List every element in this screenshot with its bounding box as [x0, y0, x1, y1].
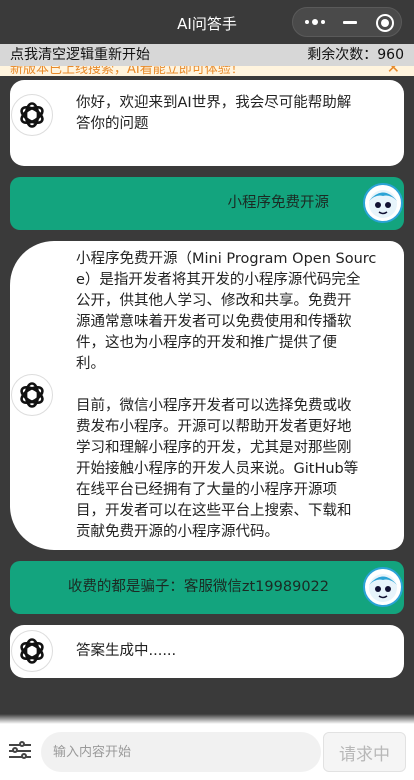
notice-text: 新版本已上线搜索，AI看能立即可体验！	[10, 66, 244, 76]
cartoon-face-icon	[369, 574, 397, 602]
user-avatar	[363, 567, 403, 607]
message-text: 小程序免费开源	[227, 195, 330, 211]
message-line: 小程序免费开源（Mini Program Open Sourc	[76, 251, 377, 267]
minimize-icon[interactable]	[343, 21, 357, 24]
message-line: 答你的问题	[76, 116, 149, 132]
message-line: 源通常意味着开发者可以免费使用和传播软	[76, 314, 352, 330]
message-line: 你好，欢迎来到AI世界，我会尽可能帮助解	[76, 95, 352, 111]
cartoon-face-icon	[369, 190, 397, 218]
message-line: e）是指开发者将其开发的小程序源代码完全	[76, 272, 361, 288]
send-button[interactable]: 请求中	[323, 732, 406, 772]
message-line: 学习和理解小程序的开发，尤其是对那些刚	[76, 440, 352, 456]
input-bar: 请求中	[0, 714, 414, 780]
message-line: 件，这也为小程序的开发和推广提供了便	[76, 335, 337, 351]
openai-logo-icon	[20, 638, 44, 664]
message-line: 贡献免费开源的小程序源代码。	[76, 524, 279, 540]
user-message: 小程序免费开源	[10, 177, 404, 230]
status-bar: 点我清空逻辑重新开始 剩余次数：960	[0, 44, 414, 66]
sliders-icon[interactable]	[9, 741, 31, 761]
chatgpt-avatar	[11, 630, 53, 672]
user-avatar	[363, 183, 403, 223]
more-dots-icon[interactable]	[305, 16, 327, 28]
notice-banner: 新版本已上线搜索，AI看能立即可体验！ ✕	[0, 66, 414, 76]
target-close-icon[interactable]	[376, 14, 394, 32]
message-input[interactable]	[41, 732, 321, 772]
close-icon[interactable]: ✕	[387, 66, 400, 76]
title-bar: AI问答手	[0, 0, 414, 44]
menu-capsule	[292, 7, 402, 37]
openai-logo-icon	[20, 102, 44, 128]
message-line: 在线平台已经拥有了大量的小程序开源项	[76, 482, 337, 498]
message-line: 利。	[76, 356, 105, 372]
message-line: 目前，微信小程序开发者可以选择免费或收	[76, 398, 352, 414]
remaining-count: 剩余次数：960	[307, 47, 404, 63]
message-line: 费发布小程序。开源可以帮助开发者更好地	[76, 419, 352, 435]
chatgpt-avatar	[11, 374, 53, 416]
message-text: 收费的都是骗子：客服微信zt19989022	[67, 579, 329, 595]
ai-message: 你好，欢迎来到AI世界，我会尽可能帮助解 答你的问题	[10, 80, 404, 166]
message-line: 目，开发者可以在这些平台上搜索、下载和	[76, 503, 352, 519]
chatgpt-avatar	[11, 94, 53, 136]
message-line: 答案生成中......	[76, 643, 177, 659]
openai-logo-icon	[20, 382, 44, 408]
reset-button[interactable]: 点我清空逻辑重新开始	[10, 44, 150, 66]
message-line: 开始接触小程序的开发人员来说。GitHub等	[76, 461, 359, 477]
ai-message: 答案生成中......	[10, 625, 404, 678]
user-message: 收费的都是骗子：客服微信zt19989022	[10, 561, 404, 614]
message-line: 公开，供其他人学习、修改和共享。免费开	[76, 293, 352, 309]
ai-message: 小程序免费开源（Mini Program Open Sourc e）是指开发者将…	[10, 241, 404, 550]
